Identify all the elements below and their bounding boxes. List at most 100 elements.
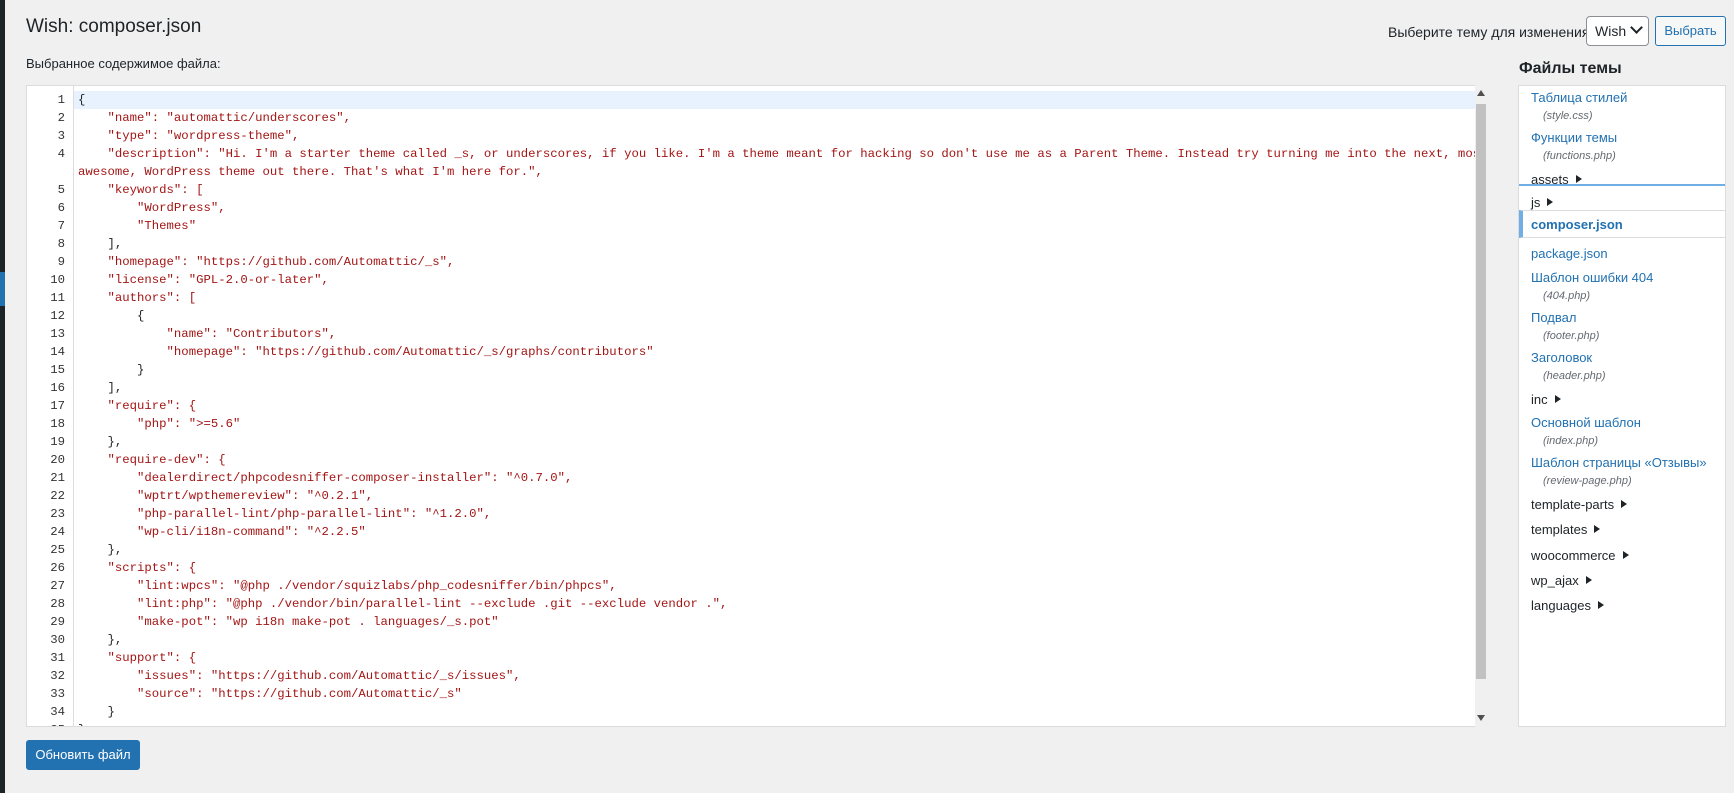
code-text[interactable]: "license": "GPL-2.0-or-later", — [71, 271, 329, 289]
theme-folder[interactable]: woocommerce — [1531, 548, 1629, 563]
code-text[interactable]: "dealerdirect/phpcodesniffer-composer-in… — [71, 469, 572, 487]
code-line[interactable]: 7 "Themes" — [27, 217, 1486, 235]
code-line[interactable]: 16 ], — [27, 379, 1486, 397]
code-text[interactable]: "wptrt/wpthemereview": "^0.2.1", — [71, 487, 373, 505]
code-text[interactable]: ], — [71, 235, 123, 253]
code-line[interactable]: 13 "name": "Contributors", — [27, 325, 1486, 343]
theme-file-link[interactable]: Таблица стилей — [1531, 90, 1627, 105]
line-number: 15 — [50, 363, 65, 377]
code-text[interactable]: { — [71, 91, 85, 109]
admin-menu-edge — [0, 0, 5, 793]
code-line[interactable]: 3 "type": "wordpress-theme", — [27, 127, 1486, 145]
code-line[interactable]: 30 }, — [27, 631, 1486, 649]
code-line[interactable]: 32 "issues": "https://github.com/Automat… — [27, 667, 1486, 685]
code-text[interactable]: "php-parallel-lint/php-parallel-lint": "… — [71, 505, 491, 523]
select-theme-button[interactable]: Выбрать — [1655, 16, 1726, 46]
code-text[interactable]: ], — [71, 379, 123, 397]
code-text[interactable]: "make-pot": "wp i18n make-pot . language… — [71, 613, 499, 631]
code-text[interactable]: "authors": [ — [71, 289, 197, 307]
code-line[interactable]: 1{ — [27, 91, 1486, 109]
scroll-up-arrow-icon[interactable] — [1477, 90, 1485, 96]
update-file-button[interactable]: Обновить файл — [26, 740, 140, 770]
theme-file-link[interactable]: Функции темы — [1531, 130, 1617, 145]
code-text[interactable]: "support": { — [71, 649, 197, 667]
theme-file-link[interactable]: package.json — [1531, 246, 1608, 261]
code-text[interactable]: "homepage": "https://github.com/Automatt… — [71, 253, 455, 271]
code-line[interactable]: 28 "lint:php": "@php ./vendor/bin/parall… — [27, 595, 1486, 613]
code-line[interactable]: 29 "make-pot": "wp i18n make-pot . langu… — [27, 613, 1486, 631]
scroll-down-arrow-icon[interactable] — [1477, 715, 1485, 721]
code-line[interactable]: 22 "wptrt/wpthemereview": "^0.2.1", — [27, 487, 1486, 505]
code-line[interactable]: 5 "keywords": [ — [27, 181, 1486, 199]
code-line[interactable]: 24 "wp-cli/i18n-command": "^2.2.5" — [27, 523, 1486, 541]
code-text[interactable]: "WordPress", — [71, 199, 226, 217]
code-line[interactable]: 33 "source": "https://github.com/Automat… — [27, 685, 1486, 703]
code-text[interactable]: "require-dev": { — [71, 451, 226, 469]
caret-right-icon — [1585, 576, 1592, 584]
code-text[interactable]: "Themes" — [71, 217, 196, 235]
theme-folder[interactable]: templates — [1531, 522, 1601, 537]
code-text[interactable]: "php": ">=5.6" — [71, 415, 240, 433]
theme-file-current[interactable]: composer.json — [1519, 210, 1725, 238]
theme-file-link[interactable]: Заголовок — [1531, 350, 1592, 365]
code-text[interactable]: "name": "Contributors", — [71, 325, 337, 343]
code-line[interactable]: 35} — [27, 721, 1486, 726]
theme-select[interactable]: Wish — [1586, 16, 1649, 46]
code-line[interactable]: 4 "description": "Hi. I'm a starter them… — [27, 145, 1486, 163]
code-line[interactable]: 18 "php": ">=5.6" — [27, 415, 1486, 433]
theme-file-link[interactable]: Шаблон ошибки 404 — [1531, 270, 1653, 285]
code-line[interactable]: 25 }, — [27, 541, 1486, 559]
code-line[interactable]: 14 "homepage": "https://github.com/Autom… — [27, 343, 1486, 361]
code-line[interactable]: 9 "homepage": "https://github.com/Automa… — [27, 253, 1486, 271]
code-text[interactable]: } — [71, 703, 115, 721]
theme-file-link[interactable]: Шаблон страницы «Отзывы» — [1531, 455, 1707, 470]
theme-folder[interactable]: wp_ajax — [1531, 573, 1592, 588]
code-text[interactable]: }, — [71, 631, 123, 649]
code-line[interactable]: awesome, WordPress theme out there. That… — [27, 163, 1486, 181]
theme-folder[interactable]: languages — [1531, 598, 1604, 613]
code-text[interactable]: "name": "automattic/underscores", — [71, 109, 352, 127]
code-text[interactable]: awesome, WordPress theme out there. That… — [71, 163, 543, 181]
theme-file-link[interactable]: Основной шаблон — [1531, 415, 1641, 430]
code-text[interactable]: } — [71, 361, 144, 379]
line-number: 5 — [57, 183, 65, 197]
code-text[interactable]: { — [71, 307, 144, 325]
code-line[interactable]: 19 }, — [27, 433, 1486, 451]
code-text[interactable]: "description": "Hi. I'm a starter theme … — [71, 145, 1486, 163]
code-text[interactable]: } — [71, 721, 85, 726]
code-line[interactable]: 15 } — [27, 361, 1486, 379]
code-line[interactable]: 31 "support": { — [27, 649, 1486, 667]
code-text[interactable]: "keywords": [ — [71, 181, 204, 199]
code-line[interactable]: 2 "name": "automattic/underscores", — [27, 109, 1486, 127]
code-line[interactable]: 10 "license": "GPL-2.0-or-later", — [27, 271, 1486, 289]
code-line[interactable]: 26 "scripts": { — [27, 559, 1486, 577]
code-line[interactable]: 34 } — [27, 703, 1486, 721]
code-line[interactable]: 17 "require": { — [27, 397, 1486, 415]
code-text[interactable]: "type": "wordpress-theme", — [71, 127, 300, 145]
theme-folder[interactable]: template-parts — [1531, 497, 1628, 512]
code-line[interactable]: 20 "require-dev": { — [27, 451, 1486, 469]
code-editor[interactable]: 1{2 "name": "automattic/underscores", 3 "… — [26, 85, 1487, 727]
theme-folder[interactable]: js — [1531, 195, 1554, 210]
code-text[interactable]: "require": { — [71, 397, 197, 415]
code-text[interactable]: "lint:php": "@php ./vendor/bin/parallel-… — [71, 595, 727, 613]
code-text[interactable]: "homepage": "https://github.com/Automatt… — [71, 343, 654, 361]
theme-folder[interactable]: inc — [1531, 392, 1561, 407]
code-text[interactable]: }, — [71, 433, 123, 451]
code-line[interactable]: 8 ], — [27, 235, 1486, 253]
code-line[interactable]: 27 "lint:wpcs": "@php ./vendor/squizlabs… — [27, 577, 1486, 595]
code-line[interactable]: 12 { — [27, 307, 1486, 325]
code-text[interactable]: "lint:wpcs": "@php ./vendor/squizlabs/ph… — [71, 577, 617, 595]
theme-file-link[interactable]: Подвал — [1531, 310, 1576, 325]
editor-scrollbar-thumb[interactable] — [1476, 104, 1486, 679]
code-line[interactable]: 21 "dealerdirect/phpcodesniffer-composer… — [27, 469, 1486, 487]
code-text[interactable]: "wp-cli/i18n-command": "^2.2.5" — [71, 523, 366, 541]
code-text[interactable]: "scripts": { — [71, 559, 197, 577]
code-line[interactable]: 11 "authors": [ — [27, 289, 1486, 307]
code-text[interactable]: }, — [71, 541, 123, 559]
code-line[interactable]: 6 "WordPress", — [27, 199, 1486, 217]
code-text[interactable]: "issues": "https://github.com/Automattic… — [71, 667, 521, 685]
code-text[interactable]: "source": "https://github.com/Automattic… — [71, 685, 462, 703]
code-line[interactable]: 23 "php-parallel-lint/php-parallel-lint"… — [27, 505, 1486, 523]
code-lines[interactable]: 1{2 "name": "automattic/underscores", 3 "… — [27, 91, 1486, 726]
